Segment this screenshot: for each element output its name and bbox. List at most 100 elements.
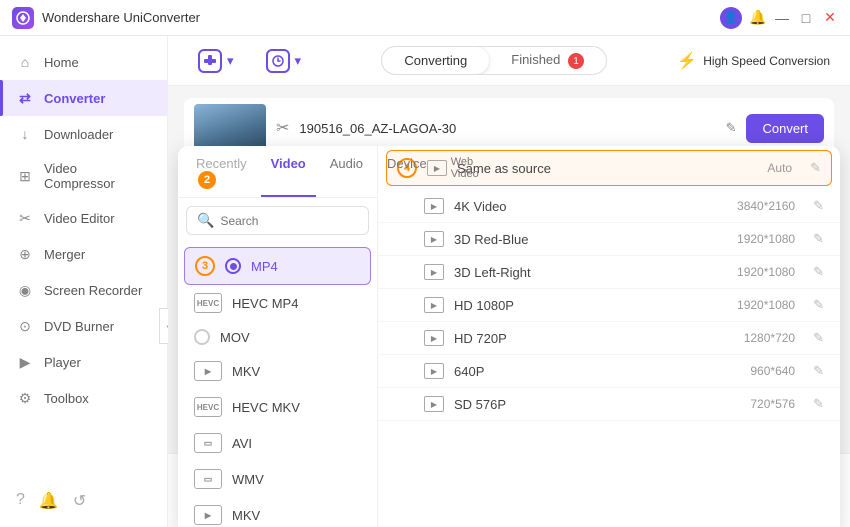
refresh-icon[interactable]: ↺ [73, 491, 86, 511]
editor-icon: ✂ [16, 209, 34, 227]
res-size-4k: 3840*2160 [737, 199, 795, 213]
format-dropdown: Recently 2 Video Audio Device Web Video … [178, 146, 840, 527]
sidebar-item-merger[interactable]: ⊕ Merger [0, 236, 167, 272]
sidebar-item-toolbox[interactable]: ⚙ Toolbox [0, 380, 167, 416]
hd-720p-icon: ▶ [424, 330, 444, 346]
res-size-same-as-source: Auto [767, 161, 792, 175]
convert-dropdown-arrow: ▾ [295, 53, 302, 69]
640p-icon: ▶ [424, 363, 444, 379]
sidebar-label-merger: Merger [44, 247, 85, 262]
format-tab-audio[interactable]: Audio [320, 150, 373, 197]
res-edit-3d-red-blue[interactable]: ✎ [813, 231, 824, 247]
format-label-avi: AVI [232, 436, 252, 451]
3d-left-right-icon: ▶ [424, 264, 444, 280]
add-files-btn[interactable]: ▾ [188, 43, 244, 79]
close-btn[interactable]: ✕ [822, 10, 838, 26]
content-area: ▾ ▾ Converting Finished 1 [168, 36, 850, 527]
resolution-row-3d-left-right[interactable]: ▶ 3D Left-Right 1920*1080 ✎ [378, 256, 840, 289]
file-edit-icon[interactable]: ✎ [726, 120, 737, 136]
more-icon: ▶ [194, 505, 222, 525]
scissors-icon[interactable]: ✂ [276, 118, 289, 138]
resolution-row-sd-576p[interactable]: ▶ SD 576P 720*576 ✎ [378, 388, 840, 421]
res-label-4k: 4K Video [454, 199, 727, 214]
converter-icon: ⇄ [16, 89, 34, 107]
format-list: 3 MP4 HEVC HEVC MP4 MOV [178, 243, 377, 527]
title-bar: Wondershare UniConverter 👤 🔔 — □ ✕ [0, 0, 850, 36]
sidebar-item-player[interactable]: ▶ Player [0, 344, 167, 380]
format-label-wmv: WMV [232, 472, 264, 487]
format-label-more: MKV [232, 508, 260, 523]
sidebar-label-recorder: Screen Recorder [44, 283, 142, 298]
res-edit-4k[interactable]: ✎ [813, 198, 824, 214]
minimize-btn[interactable]: — [774, 10, 790, 26]
res-label-640p: 640P [454, 364, 740, 379]
format-item-wmv[interactable]: ▭ WMV [178, 461, 377, 497]
wmv-icon: ▭ [194, 469, 222, 489]
format-label-mov: MOV [220, 330, 250, 345]
search-icon: 🔍 [197, 212, 214, 229]
app-title: Wondershare UniConverter [42, 10, 720, 25]
res-label-hd-1080p: HD 1080P [454, 298, 727, 313]
sidebar-item-screen-recorder[interactable]: ◉ Screen Recorder [0, 272, 167, 308]
sidebar-item-dvd-burner[interactable]: ⊙ DVD Burner ‹ [0, 308, 167, 344]
format-item-hevc-mkv[interactable]: HEVC HEVC MKV [178, 389, 377, 425]
user-btn[interactable]: 👤 [720, 7, 742, 29]
player-icon: ▶ [16, 353, 34, 371]
res-label-3d-red-blue: 3D Red-Blue [454, 232, 727, 247]
format-item-more[interactable]: ▶ MKV [178, 497, 377, 527]
res-edit-same-as-source[interactable]: ✎ [810, 160, 821, 176]
window-controls: 👤 🔔 — □ ✕ [720, 7, 838, 29]
search-input[interactable] [220, 214, 375, 228]
sidebar-item-downloader[interactable]: ↓ Downloader [0, 116, 167, 152]
file-thumbnail [194, 104, 266, 152]
convert-icon [266, 49, 290, 73]
sidebar-item-video-editor[interactable]: ✂ Video Editor [0, 200, 167, 236]
resolution-row-640p[interactable]: ▶ 640P 960*640 ✎ [378, 355, 840, 388]
sidebar-label-home: Home [44, 55, 79, 70]
convert-button[interactable]: Convert [746, 114, 824, 143]
tab-finished[interactable]: Finished 1 [489, 47, 606, 75]
help-icon[interactable]: ? [16, 491, 25, 511]
res-edit-sd-576p[interactable]: ✎ [813, 396, 824, 412]
lightning-icon: ⚡ [677, 51, 697, 71]
format-label-mkv: MKV [232, 364, 260, 379]
format-item-mov[interactable]: MOV [178, 321, 377, 353]
format-tab-video[interactable]: Video [261, 150, 316, 197]
res-size-hd-1080p: 1920*1080 [737, 298, 795, 312]
resolution-row-3d-red-blue[interactable]: ▶ 3D Red-Blue 1920*1080 ✎ [378, 223, 840, 256]
tab-group: Converting Finished 1 [381, 46, 607, 76]
format-tab-recently[interactable]: Recently 2 [186, 150, 257, 197]
maximize-btn[interactable]: □ [798, 10, 814, 26]
top-toolbar: ▾ ▾ Converting Finished 1 [168, 36, 850, 86]
bell-btn[interactable]: 🔔 [750, 10, 766, 26]
format-item-avi[interactable]: ▭ AVI [178, 425, 377, 461]
app-logo [12, 7, 34, 29]
sidebar-item-converter[interactable]: ⇄ Converter [0, 80, 167, 116]
sidebar-item-video-compressor[interactable]: ⊞ Video Compressor [0, 152, 167, 200]
res-edit-640p[interactable]: ✎ [813, 363, 824, 379]
res-size-3d-red-blue: 1920*1080 [737, 232, 795, 246]
sidebar-label-toolbox: Toolbox [44, 391, 89, 406]
finished-badge: 1 [568, 53, 584, 69]
notification-icon[interactable]: 🔔 [39, 491, 59, 511]
sidebar-bottom: ? 🔔 ↺ [0, 483, 167, 519]
tab-converting[interactable]: Converting [382, 47, 489, 75]
format-item-mp4[interactable]: 3 MP4 [184, 247, 371, 285]
resolution-row-hd-1080p[interactable]: ▶ HD 1080P 1920*1080 ✎ [378, 289, 840, 322]
res-edit-hd-720p[interactable]: ✎ [813, 330, 824, 346]
format-tab-device[interactable]: Device [377, 150, 437, 197]
format-item-mkv[interactable]: ▶ MKV [178, 353, 377, 389]
add-icon [198, 49, 222, 73]
res-edit-3d-left-right[interactable]: ✎ [813, 264, 824, 280]
file-name: 190516_06_AZ-LAGOA-30 [299, 121, 715, 136]
sidebar-label-player: Player [44, 355, 81, 370]
sidebar: ⌂ Home ⇄ Converter ↓ Downloader ⊞ Video … [0, 36, 168, 527]
resolution-row-hd-720p[interactable]: ▶ HD 720P 1280*720 ✎ [378, 322, 840, 355]
res-edit-hd-1080p[interactable]: ✎ [813, 297, 824, 313]
convert-settings-btn[interactable]: ▾ [256, 43, 312, 79]
res-label-3d-left-right: 3D Left-Right [454, 265, 727, 280]
sidebar-item-home[interactable]: ⌂ Home [0, 44, 167, 80]
format-label-hevc-mp4: HEVC MP4 [232, 296, 298, 311]
format-item-hevc-mp4[interactable]: HEVC HEVC MP4 [178, 285, 377, 321]
format-tab-web-video[interactable]: Web Video [441, 150, 489, 197]
